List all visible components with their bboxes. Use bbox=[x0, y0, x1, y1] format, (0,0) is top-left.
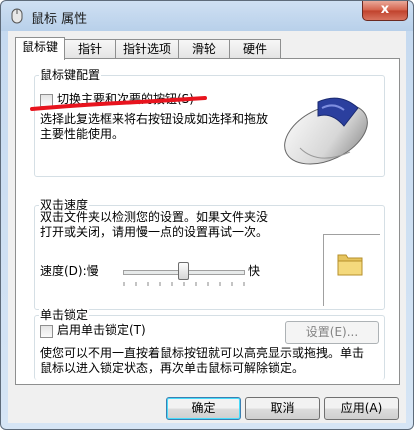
dialog-client: 鼠标键 指针 指针选项 滑轮 硬件 鼠标键配置 切换主要和次要的按钮(S) 选择… bbox=[8, 31, 406, 423]
speed-slider-thumb[interactable] bbox=[178, 262, 189, 280]
tab-wheel[interactable]: 滑轮 bbox=[178, 39, 230, 59]
close-button[interactable]: x bbox=[362, 1, 408, 21]
click-lock-description-line1: 使您可以不用一直按着鼠标按钮就可以高亮显示或拖拽。单击 bbox=[40, 346, 365, 360]
click-lock-description-line2: 鼠标以进入锁定状态，再次单击鼠标可解除锁定。 bbox=[40, 361, 305, 375]
fast-label: 快 bbox=[248, 264, 261, 278]
apply-button[interactable]: 应用(A) bbox=[324, 397, 399, 420]
click-lock-label[interactable]: 启用单击锁定(T) bbox=[57, 323, 146, 338]
cancel-button[interactable]: 取消 bbox=[245, 397, 320, 420]
window-title: 鼠标 属性 bbox=[31, 12, 88, 27]
button-config-title: 鼠标键配置 bbox=[39, 68, 102, 82]
click-lock-checkbox[interactable] bbox=[40, 325, 53, 338]
switch-description-line2: 主要性能使用。 bbox=[40, 127, 125, 141]
switch-description-line1: 选择此复选框来将右按钮设成如选择和拖放 bbox=[40, 112, 269, 126]
click-lock-settings-button[interactable]: 设置(E)... bbox=[285, 321, 379, 344]
click-lock-title: 单击锁定 bbox=[39, 308, 90, 322]
double-click-description-line2: 打开或关闭，请用慢一点的设置再试一次。 bbox=[40, 225, 269, 239]
red-underline-annotation bbox=[30, 96, 207, 111]
mouse-properties-window: 鼠标 属性 x 鼠标键 指针 指针选项 滑轮 硬件 鼠标键配置 切换主要和次要的… bbox=[0, 0, 414, 430]
double-click-group: 双击速度 双击文件夹以检测您的设置。如果文件夹没 打开或关闭，请用慢一点的设置再… bbox=[34, 198, 385, 310]
tab-hardware[interactable]: 硬件 bbox=[229, 39, 281, 59]
click-lock-group: 单击锁定 启用单击锁定(T) 设置(E)... 使您可以不用一直按着鼠标按钮就可… bbox=[34, 308, 385, 380]
speed-label: 速度(D):慢 bbox=[40, 264, 99, 278]
speed-slider-ticks bbox=[123, 282, 245, 286]
mouse-app-icon bbox=[11, 8, 23, 24]
test-area[interactable] bbox=[323, 234, 380, 306]
tab-buttons[interactable]: 鼠标键 bbox=[15, 37, 65, 60]
double-click-description-line1: 双击文件夹以检测您的设置。如果文件夹没 bbox=[40, 210, 269, 224]
ok-button[interactable]: 确定 bbox=[166, 397, 241, 420]
mouse-icon bbox=[284, 97, 368, 165]
title-bar[interactable]: 鼠标 属性 x bbox=[1, 1, 413, 31]
tab-pointer-options[interactable]: 指针选项 bbox=[115, 39, 179, 59]
tab-pointers[interactable]: 指针 bbox=[64, 39, 116, 59]
folder-icon[interactable] bbox=[335, 249, 365, 279]
